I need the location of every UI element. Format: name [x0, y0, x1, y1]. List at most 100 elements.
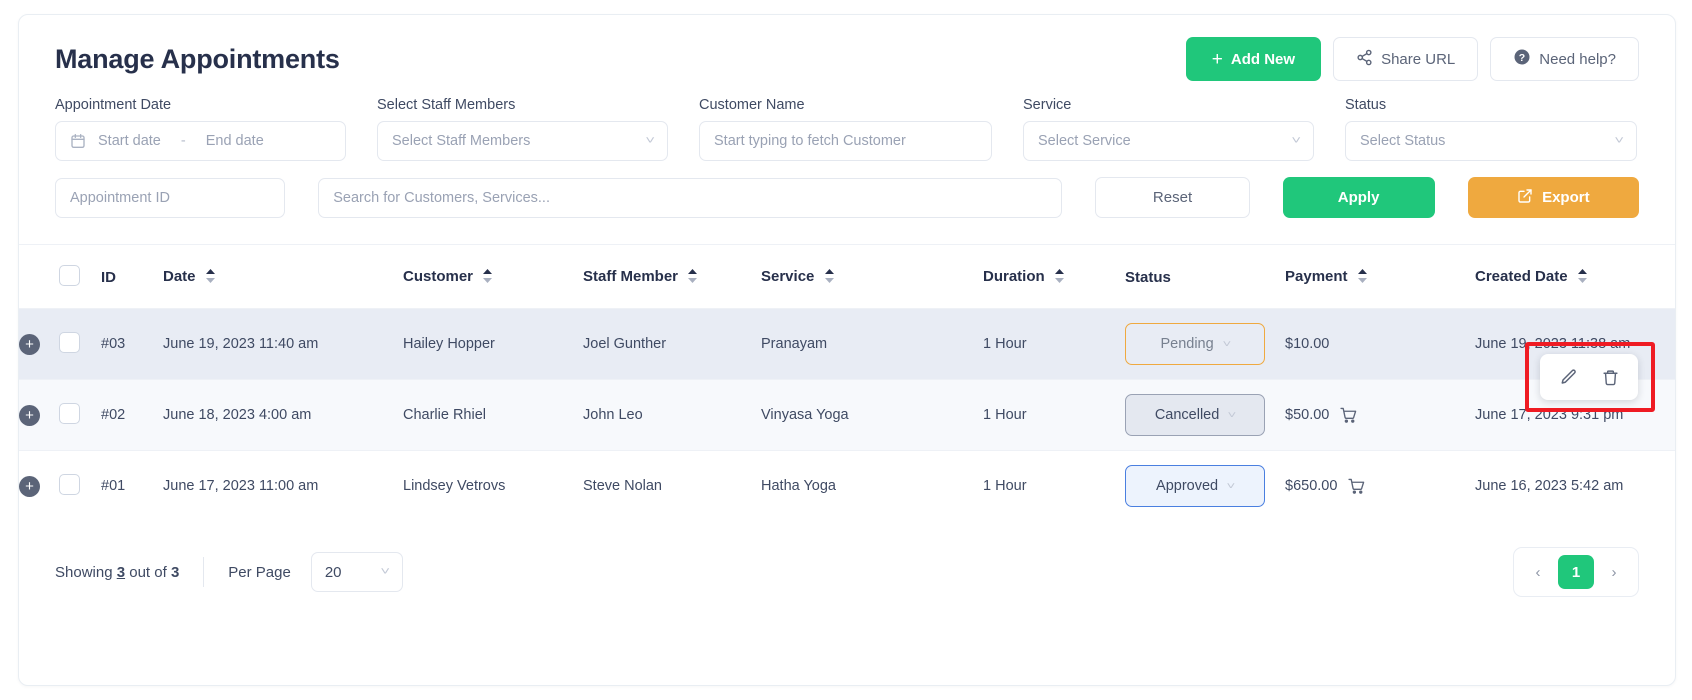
expand-row-icon[interactable]: + [19, 333, 40, 355]
status-select[interactable]: Select Status ˅ [1345, 121, 1637, 161]
export-button[interactable]: Export [1467, 177, 1639, 218]
customer-name-placeholder: Start typing to fetch Customer [714, 133, 906, 149]
column-header-customer[interactable]: Customer [403, 245, 583, 309]
apply-button[interactable]: Apply [1282, 177, 1435, 218]
column-header-date[interactable]: Date [163, 245, 403, 309]
status-label: Status [1345, 97, 1387, 113]
sort-icon[interactable] [824, 268, 834, 287]
plus-icon: + [1211, 48, 1223, 70]
cart-icon[interactable] [1340, 407, 1357, 424]
share-url-button[interactable]: Share URL [1333, 37, 1479, 81]
chevron-down-icon: ˅ [1290, 135, 1301, 147]
expand-row-icon[interactable]: + [19, 475, 40, 497]
chevron-down-icon: ˅ [1227, 409, 1237, 421]
sort-icon[interactable] [483, 268, 493, 287]
showing-count: 3 [116, 563, 126, 581]
table-row[interactable]: + #03 June 19, 2023 11:40 am Hailey Hopp… [19, 308, 1675, 380]
row-expand-cell: + [19, 308, 59, 380]
column-header-service[interactable]: Service [761, 245, 983, 309]
appointment-date-range-input[interactable]: Start date - End date [55, 121, 346, 161]
column-header-status: Status [1125, 245, 1285, 309]
filters-section: Appointment Date Start date - End date S… [19, 87, 1675, 218]
cell-service: Pranayam [761, 308, 983, 380]
filter-row-primary: Appointment Date Start date - End date S… [55, 97, 1639, 161]
cell-status: Pending ˅ [1125, 308, 1285, 380]
column-header-payment[interactable]: Payment [1285, 245, 1475, 309]
per-page-label: Per Page [228, 563, 291, 581]
customer-name-input[interactable]: Start typing to fetch Customer [699, 121, 992, 161]
cart-icon[interactable] [1348, 478, 1365, 495]
sort-icon[interactable] [688, 268, 698, 287]
customer-name-label: Customer Name [699, 97, 805, 113]
status-badge-label: Pending [1160, 336, 1214, 352]
status-value: Select Status [1360, 133, 1446, 149]
svg-text:?: ? [1519, 52, 1525, 64]
delete-row-icon[interactable] [1602, 369, 1619, 386]
cell-id: #03 [101, 308, 163, 380]
showing-middle: out of [129, 563, 167, 581]
cell-duration: 1 Hour [983, 450, 1125, 521]
cell-service: Vinyasa Yoga [761, 379, 983, 451]
add-new-label: Add New [1230, 50, 1296, 68]
column-header-created-date[interactable]: Created Date [1475, 245, 1675, 309]
column-header-staff[interactable]: Staff Member [583, 245, 761, 309]
chevron-down-icon: ˅ [380, 566, 391, 578]
status-badge[interactable]: Pending ˅ [1125, 323, 1265, 365]
service-select[interactable]: Select Service ˅ [1023, 121, 1314, 161]
cell-date: June 17, 2023 11:00 am [163, 450, 403, 521]
chevron-down-icon: ˅ [1222, 338, 1231, 350]
share-url-label: Share URL [1381, 50, 1456, 68]
column-label: Service [761, 268, 815, 286]
sort-icon[interactable] [1357, 268, 1367, 287]
row-checkbox[interactable] [59, 402, 80, 424]
prev-page-button[interactable]: ‹ [1524, 558, 1552, 586]
chevron-down-icon: ˅ [644, 135, 655, 147]
row-checkbox[interactable] [59, 331, 80, 353]
status-badge[interactable]: Cancelled ˅ [1125, 394, 1265, 436]
column-header-duration[interactable]: Duration [983, 245, 1125, 309]
end-date-placeholder: End date [205, 133, 264, 149]
per-page-select[interactable]: 20 ˅ [310, 552, 403, 592]
cell-duration: 1 Hour [983, 308, 1125, 380]
add-new-button[interactable]: + Add New [1185, 37, 1322, 81]
cell-payment: $10.00 [1285, 308, 1475, 380]
search-input[interactable]: Search for Customers, Services... [318, 177, 1063, 218]
edit-row-icon[interactable] [1560, 368, 1578, 386]
sort-icon[interactable] [1054, 268, 1064, 287]
next-page-button[interactable]: › [1600, 558, 1628, 586]
cell-id: #02 [101, 379, 163, 451]
page-title: Manage Appointments [55, 43, 340, 74]
appointments-card: Manage Appointments + Add New Share URL [18, 14, 1676, 686]
reset-button[interactable]: Reset [1095, 177, 1250, 218]
table-row[interactable]: + #01 June 17, 2023 11:00 am Lindsey Vet… [19, 450, 1675, 521]
export-label: Export [1542, 189, 1590, 206]
sort-icon[interactable] [205, 268, 215, 287]
cell-date: June 18, 2023 4:00 am [163, 379, 403, 451]
row-checkbox[interactable] [59, 473, 80, 495]
chevron-down-icon: ˅ [1613, 135, 1624, 147]
select-all-checkbox[interactable] [59, 265, 80, 286]
staff-members-select[interactable]: Select Staff Members ˅ [377, 121, 668, 161]
row-select-cell [59, 450, 101, 521]
card-header: Manage Appointments + Add New Share URL [19, 15, 1675, 87]
need-help-button[interactable]: ? Need help? [1490, 37, 1639, 81]
calendar-icon [70, 133, 86, 149]
table-body: + #03 June 19, 2023 11:40 am Hailey Hopp… [19, 308, 1675, 521]
filter-status: Status Select Status ˅ [1345, 97, 1637, 161]
sort-icon[interactable] [1577, 268, 1587, 287]
status-badge[interactable]: Approved ˅ [1125, 465, 1265, 507]
select-all-column-header [59, 245, 101, 309]
page-number-1[interactable]: 1 [1558, 555, 1594, 589]
filter-staff-members: Select Staff Members Select Staff Member… [377, 97, 668, 161]
help-circle-icon: ? [1513, 48, 1531, 70]
showing-total: 3 [170, 563, 180, 581]
appointment-id-placeholder: Appointment ID [70, 189, 170, 206]
column-label: Created Date [1475, 268, 1568, 286]
column-label: Customer [403, 268, 474, 286]
cell-customer: Lindsey Vetrovs [403, 450, 583, 521]
cell-status: Cancelled ˅ [1125, 379, 1285, 451]
appointment-id-input[interactable]: Appointment ID [55, 177, 286, 218]
search-placeholder: Search for Customers, Services... [333, 189, 550, 206]
table-row[interactable]: + #02 June 18, 2023 4:00 am Charlie Rhie… [19, 379, 1675, 451]
expand-row-icon[interactable]: + [19, 404, 40, 426]
